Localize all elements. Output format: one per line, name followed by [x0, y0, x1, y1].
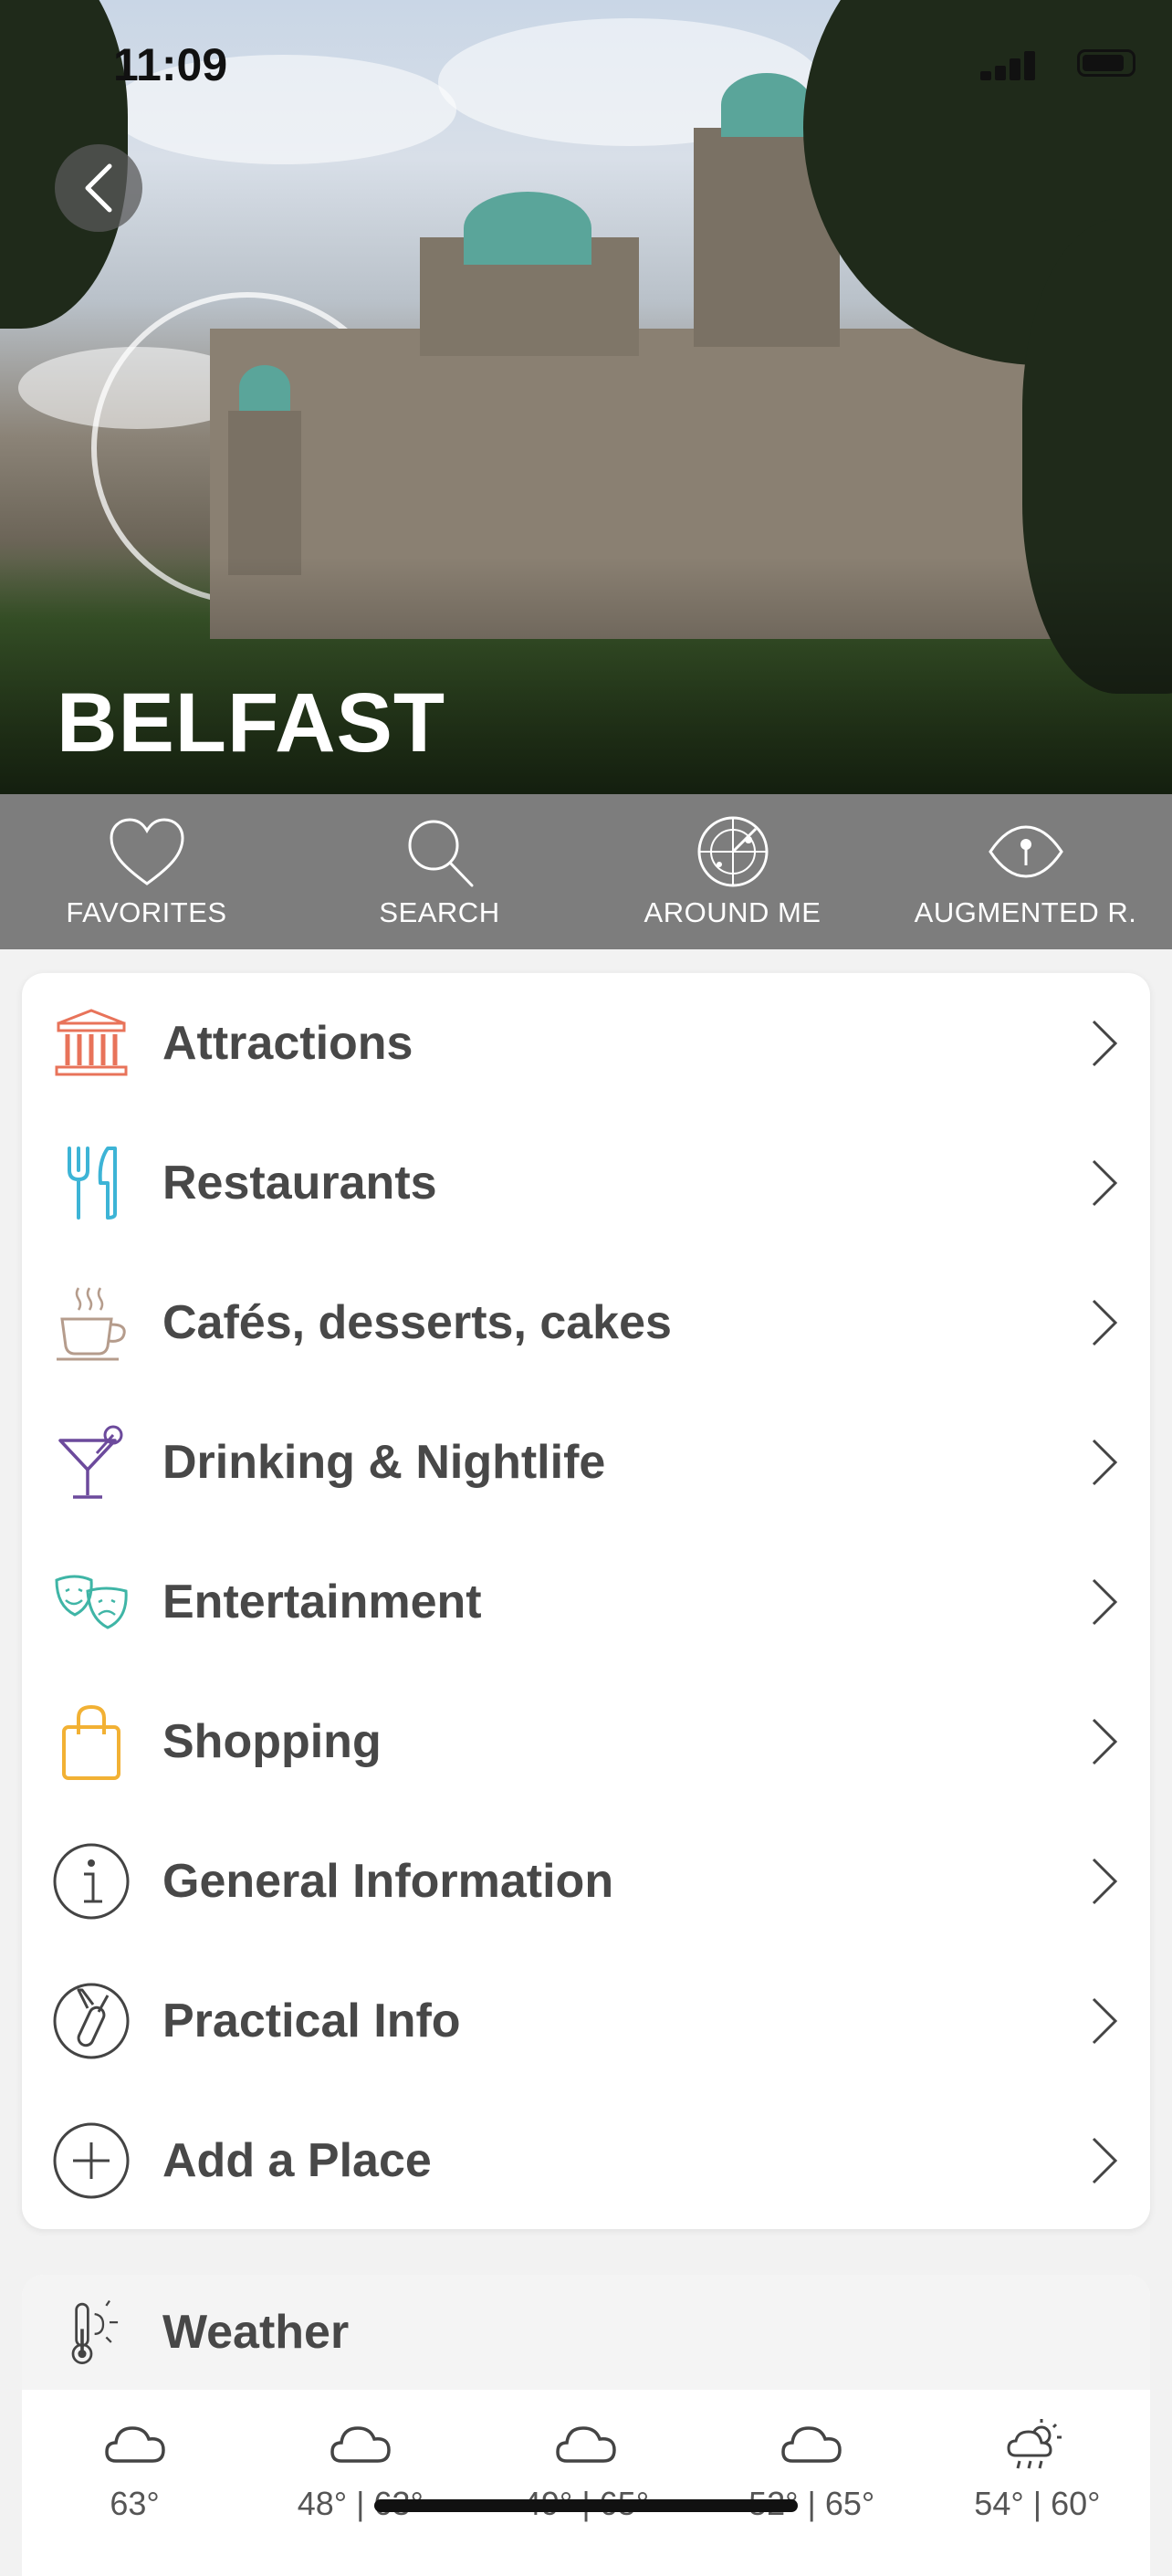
- eye-icon: [988, 825, 1063, 878]
- menu-item-cafes[interactable]: Cafés, desserts, cakes: [22, 1252, 1150, 1392]
- chevron-right-icon: [1092, 1578, 1118, 1625]
- radar-icon: [697, 816, 768, 887]
- forecast-temp: 54° | 60°: [974, 2485, 1101, 2522]
- favorites-button[interactable]: FAVORITES: [0, 794, 293, 949]
- status-icons: [980, 47, 1135, 80]
- back-button[interactable]: [55, 144, 142, 232]
- plus-circle-icon: [53, 2122, 130, 2198]
- chevron-right-icon: [1092, 1858, 1118, 1904]
- cloud-icon: [781, 2426, 842, 2463]
- menu-item-label: Attractions: [162, 1016, 413, 1070]
- temple-icon: [55, 1008, 128, 1075]
- augmented-reality-label: AUGMENTED R.: [914, 896, 1137, 928]
- theater-masks-icon: [55, 1575, 128, 1629]
- weather-title: Weather: [162, 2306, 350, 2359]
- around-me-label: AROUND ME: [644, 896, 821, 928]
- chevron-right-icon: [1092, 1997, 1118, 2044]
- swiss-knife-icon: [53, 1983, 130, 2058]
- fork-knife-icon: [68, 1146, 117, 1220]
- menu-item-label: Practical Info: [162, 1994, 461, 2047]
- info-icon: [53, 1843, 130, 1919]
- menu-item-drinking-nightlife[interactable]: Drinking & Nightlife: [22, 1392, 1150, 1532]
- shopping-bag-icon: [62, 1704, 120, 1780]
- menu-item-restaurants[interactable]: Restaurants: [22, 1113, 1150, 1252]
- weather-widget[interactable]: Weather 63° 48° | 63° 49° | 65° 52° | 65…: [22, 2275, 1150, 2576]
- chevron-right-icon: [1092, 1159, 1118, 1206]
- chevron-right-icon: [1092, 1020, 1118, 1066]
- menu-item-shopping[interactable]: Shopping: [22, 1671, 1150, 1811]
- menu-item-general-information[interactable]: General Information: [22, 1811, 1150, 1951]
- home-indicator[interactable]: [374, 2499, 798, 2512]
- search-icon: [408, 820, 473, 887]
- augmented-reality-button[interactable]: AUGMENTED R.: [879, 794, 1172, 949]
- sun-rain-icon: [1007, 2419, 1062, 2469]
- menu-item-label: Entertainment: [162, 1575, 482, 1628]
- menu-item-entertainment[interactable]: Entertainment: [22, 1532, 1150, 1671]
- quick-actions-toolbar: FAVORITES SEARCH AROUND ME AUGMENTED R.: [0, 794, 1172, 949]
- menu-item-label: General Information: [162, 1854, 614, 1908]
- chevron-left-icon: [85, 163, 112, 213]
- menu-item-label: Cafés, desserts, cakes: [162, 1295, 672, 1349]
- chevron-right-icon: [1092, 1718, 1118, 1764]
- menu-item-label: Restaurants: [162, 1156, 437, 1209]
- coffee-cup-icon: [57, 1286, 126, 1360]
- around-me-button[interactable]: AROUND ME: [586, 794, 879, 949]
- thermometer-sun-icon: [71, 2299, 119, 2364]
- heart-icon: [109, 818, 184, 885]
- category-menu: Attractions Restaurants Cafés, desserts,…: [22, 973, 1150, 2229]
- search-label: SEARCH: [379, 896, 500, 928]
- menu-item-practical-info[interactable]: Practical Info: [22, 1951, 1150, 2090]
- forecast-temp: 63°: [110, 2485, 160, 2522]
- cocktail-icon: [58, 1425, 123, 1499]
- menu-item-label: Add a Place: [162, 2133, 432, 2187]
- favorites-label: FAVORITES: [66, 896, 227, 928]
- forecast-day: 63°: [22, 2417, 247, 2523]
- cloud-icon: [556, 2426, 616, 2463]
- chevron-right-icon: [1092, 1299, 1118, 1346]
- chevron-right-icon: [1092, 2137, 1118, 2183]
- cloud-icon: [104, 2426, 165, 2463]
- chevron-right-icon: [1092, 1439, 1118, 1485]
- menu-item-attractions[interactable]: Attractions: [22, 973, 1150, 1113]
- menu-item-label: Drinking & Nightlife: [162, 1435, 606, 1489]
- cloud-icon: [330, 2426, 391, 2463]
- city-title: BELFAST: [57, 676, 446, 770]
- menu-item-add-a-place[interactable]: Add a Place: [22, 2090, 1150, 2230]
- search-button[interactable]: SEARCH: [293, 794, 586, 949]
- status-time: 11:09: [113, 39, 228, 90]
- forecast-day: 54° | 60°: [925, 2417, 1150, 2523]
- weather-header: Weather: [22, 2275, 1150, 2390]
- menu-item-label: Shopping: [162, 1714, 382, 1768]
